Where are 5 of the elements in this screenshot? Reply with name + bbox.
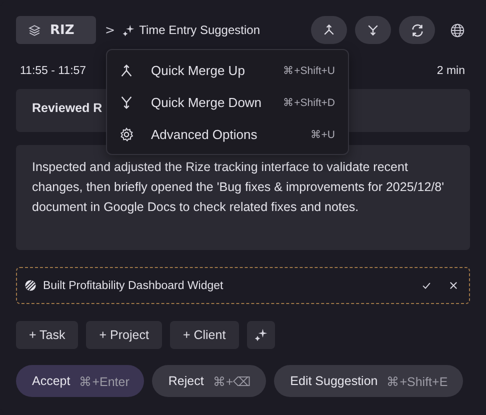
breadcrumb-title: Time Entry Suggestion xyxy=(139,23,260,37)
duration: 2 min xyxy=(436,65,465,77)
breadcrumb-separator: > xyxy=(105,23,116,37)
task-name: Built Profitability Dashboard Widget xyxy=(43,280,224,292)
time-range: 11:55 - 11:57 xyxy=(20,65,86,77)
